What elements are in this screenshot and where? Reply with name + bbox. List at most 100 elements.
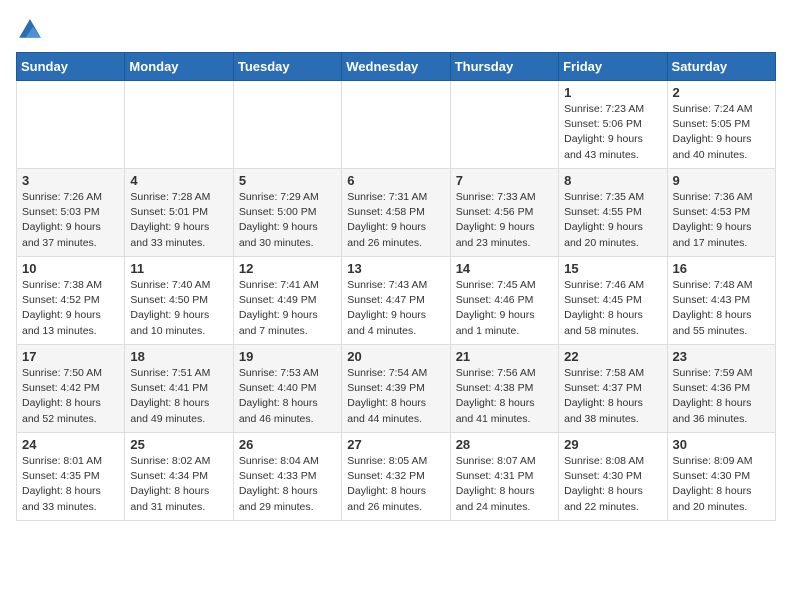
day-info: Sunrise: 7:41 AM Sunset: 4:49 PM Dayligh… — [239, 278, 336, 339]
day-number: 8 — [564, 173, 661, 188]
col-header-monday: Monday — [125, 53, 233, 81]
day-number: 14 — [456, 261, 553, 276]
day-number: 11 — [130, 261, 227, 276]
day-info: Sunrise: 8:09 AM Sunset: 4:30 PM Dayligh… — [673, 454, 770, 515]
day-info: Sunrise: 7:26 AM Sunset: 5:03 PM Dayligh… — [22, 190, 119, 251]
day-number: 17 — [22, 349, 119, 364]
calendar-cell: 7 Sunrise: 7:33 AM Sunset: 4:56 PM Daylig… — [450, 169, 558, 257]
day-info: Sunrise: 7:24 AM Sunset: 5:05 PM Dayligh… — [673, 102, 770, 163]
calendar-cell: 10 Sunrise: 7:38 AM Sunset: 4:52 PM Dayli… — [17, 257, 125, 345]
col-header-friday: Friday — [559, 53, 667, 81]
day-info: Sunrise: 7:50 AM Sunset: 4:42 PM Dayligh… — [22, 366, 119, 427]
day-info: Sunrise: 8:04 AM Sunset: 4:33 PM Dayligh… — [239, 454, 336, 515]
day-number: 1 — [564, 85, 661, 100]
day-number: 6 — [347, 173, 444, 188]
day-number: 18 — [130, 349, 227, 364]
day-info: Sunrise: 8:01 AM Sunset: 4:35 PM Dayligh… — [22, 454, 119, 515]
calendar-cell: 17 Sunrise: 7:50 AM Sunset: 4:42 PM Dayli… — [17, 345, 125, 433]
day-number: 2 — [673, 85, 770, 100]
day-info: Sunrise: 7:53 AM Sunset: 4:40 PM Dayligh… — [239, 366, 336, 427]
day-info: Sunrise: 7:23 AM Sunset: 5:06 PM Dayligh… — [564, 102, 661, 163]
day-number: 3 — [22, 173, 119, 188]
calendar-cell: 5Sunrise: 7:29 AM Sunset: 5:00 PM Daylig… — [233, 169, 341, 257]
calendar-cell — [233, 81, 341, 169]
day-info: Sunrise: 7:54 AM Sunset: 4:39 PM Dayligh… — [347, 366, 444, 427]
day-number: 21 — [456, 349, 553, 364]
calendar-cell: 23 Sunrise: 7:59 AM Sunset: 4:36 PM Dayli… — [667, 345, 775, 433]
calendar-cell — [17, 81, 125, 169]
day-info: Sunrise: 7:28 AM Sunset: 5:01 PM Dayligh… — [130, 190, 227, 251]
day-number: 12 — [239, 261, 336, 276]
calendar-cell: 1 Sunrise: 7:23 AM Sunset: 5:06 PM Daylig… — [559, 81, 667, 169]
col-header-sunday: Sunday — [17, 53, 125, 81]
logo-icon — [16, 16, 44, 44]
day-info: Sunrise: 7:43 AM Sunset: 4:47 PM Dayligh… — [347, 278, 444, 339]
calendar-cell — [125, 81, 233, 169]
day-number: 23 — [673, 349, 770, 364]
day-number: 25 — [130, 437, 227, 452]
calendar-cell: 8Sunrise: 7:35 AM Sunset: 4:55 PM Daylig… — [559, 169, 667, 257]
col-header-tuesday: Tuesday — [233, 53, 341, 81]
calendar-cell: 4 Sunrise: 7:28 AM Sunset: 5:01 PM Daylig… — [125, 169, 233, 257]
day-info: Sunrise: 7:29 AM Sunset: 5:00 PM Dayligh… — [239, 190, 336, 251]
day-info: Sunrise: 7:45 AM Sunset: 4:46 PM Dayligh… — [456, 278, 553, 339]
day-info: Sunrise: 7:40 AM Sunset: 4:50 PM Dayligh… — [130, 278, 227, 339]
calendar-cell: 12 Sunrise: 7:41 AM Sunset: 4:49 PM Dayli… — [233, 257, 341, 345]
day-info: Sunrise: 7:56 AM Sunset: 4:38 PM Dayligh… — [456, 366, 553, 427]
day-number: 13 — [347, 261, 444, 276]
day-number: 9 — [673, 173, 770, 188]
day-number: 10 — [22, 261, 119, 276]
day-number: 30 — [673, 437, 770, 452]
calendar-cell: 26 Sunrise: 8:04 AM Sunset: 4:33 PM Dayli… — [233, 433, 341, 521]
calendar-cell: 15 Sunrise: 7:46 AM Sunset: 4:45 PM Dayli… — [559, 257, 667, 345]
calendar-cell: 19 Sunrise: 7:53 AM Sunset: 4:40 PM Dayli… — [233, 345, 341, 433]
calendar-cell: 24 Sunrise: 8:01 AM Sunset: 4:35 PM Dayli… — [17, 433, 125, 521]
day-info: Sunrise: 7:36 AM Sunset: 4:53 PM Dayligh… — [673, 190, 770, 251]
day-number: 19 — [239, 349, 336, 364]
calendar-cell: 20 Sunrise: 7:54 AM Sunset: 4:39 PM Dayli… — [342, 345, 450, 433]
day-number: 4 — [130, 173, 227, 188]
calendar-cell: 2 Sunrise: 7:24 AM Sunset: 5:05 PM Daylig… — [667, 81, 775, 169]
day-info: Sunrise: 8:02 AM Sunset: 4:34 PM Dayligh… — [130, 454, 227, 515]
day-info: Sunrise: 7:46 AM Sunset: 4:45 PM Dayligh… — [564, 278, 661, 339]
day-info: Sunrise: 7:48 AM Sunset: 4:43 PM Dayligh… — [673, 278, 770, 339]
day-number: 15 — [564, 261, 661, 276]
day-info: Sunrise: 8:08 AM Sunset: 4:30 PM Dayligh… — [564, 454, 661, 515]
logo — [16, 16, 48, 44]
calendar-cell: 18 Sunrise: 7:51 AM Sunset: 4:41 PM Dayli… — [125, 345, 233, 433]
day-number: 7 — [456, 173, 553, 188]
day-info: Sunrise: 7:58 AM Sunset: 4:37 PM Dayligh… — [564, 366, 661, 427]
calendar-cell: 27 Sunrise: 8:05 AM Sunset: 4:32 PM Dayli… — [342, 433, 450, 521]
day-number: 29 — [564, 437, 661, 452]
day-info: Sunrise: 7:59 AM Sunset: 4:36 PM Dayligh… — [673, 366, 770, 427]
day-number: 22 — [564, 349, 661, 364]
day-info: Sunrise: 8:07 AM Sunset: 4:31 PM Dayligh… — [456, 454, 553, 515]
day-number: 27 — [347, 437, 444, 452]
calendar-cell: 21 Sunrise: 7:56 AM Sunset: 4:38 PM Dayli… — [450, 345, 558, 433]
calendar-cell: 11 Sunrise: 7:40 AM Sunset: 4:50 PM Dayli… — [125, 257, 233, 345]
calendar-cell: 29 Sunrise: 8:08 AM Sunset: 4:30 PM Dayli… — [559, 433, 667, 521]
calendar-cell: 3 Sunrise: 7:26 AM Sunset: 5:03 PM Daylig… — [17, 169, 125, 257]
calendar-cell: 28Sunrise: 8:07 AM Sunset: 4:31 PM Dayli… — [450, 433, 558, 521]
day-info: Sunrise: 7:38 AM Sunset: 4:52 PM Dayligh… — [22, 278, 119, 339]
day-number: 20 — [347, 349, 444, 364]
calendar-cell: 6Sunrise: 7:31 AM Sunset: 4:58 PM Daylig… — [342, 169, 450, 257]
day-info: Sunrise: 7:33 AM Sunset: 4:56 PM Dayligh… — [456, 190, 553, 251]
day-info: Sunrise: 8:05 AM Sunset: 4:32 PM Dayligh… — [347, 454, 444, 515]
calendar-cell: 13 Sunrise: 7:43 AM Sunset: 4:47 PM Dayli… — [342, 257, 450, 345]
calendar-cell — [450, 81, 558, 169]
calendar-cell — [342, 81, 450, 169]
calendar-cell: 16 Sunrise: 7:48 AM Sunset: 4:43 PM Dayli… — [667, 257, 775, 345]
day-number: 16 — [673, 261, 770, 276]
day-info: Sunrise: 7:51 AM Sunset: 4:41 PM Dayligh… — [130, 366, 227, 427]
calendar-cell: 14 Sunrise: 7:45 AM Sunset: 4:46 PM Dayli… — [450, 257, 558, 345]
calendar-cell: 25 Sunrise: 8:02 AM Sunset: 4:34 PM Dayli… — [125, 433, 233, 521]
day-number: 24 — [22, 437, 119, 452]
calendar-cell: 22 Sunrise: 7:58 AM Sunset: 4:37 PM Dayli… — [559, 345, 667, 433]
page-header — [16, 16, 776, 44]
col-header-saturday: Saturday — [667, 53, 775, 81]
day-number: 26 — [239, 437, 336, 452]
col-header-wednesday: Wednesday — [342, 53, 450, 81]
calendar-cell: 9 Sunrise: 7:36 AM Sunset: 4:53 PM Daylig… — [667, 169, 775, 257]
col-header-thursday: Thursday — [450, 53, 558, 81]
